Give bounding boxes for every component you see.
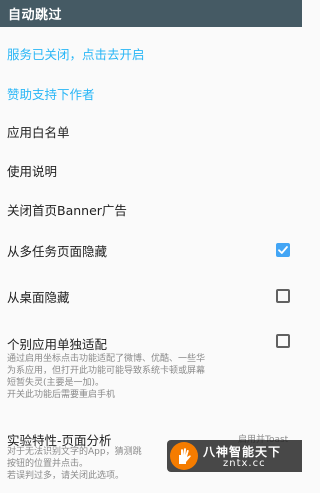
close-banner-item[interactable]: 关闭首页Banner广告: [0, 196, 302, 222]
app-bar: 自动跳过: [0, 0, 302, 27]
hide-recents-checkbox[interactable]: [276, 243, 290, 257]
hide-launcher-checkbox[interactable]: [276, 289, 290, 303]
per-app-adapt-label: 个别应用单独适配: [7, 337, 108, 352]
description-line: 通过启用坐标点击功能适配了微博、优酷、一些华: [7, 354, 206, 364]
check-icon: [278, 246, 288, 254]
per-app-adapt-checkbox[interactable]: [276, 334, 290, 348]
description-line: 开关此功能后需要重启手机: [7, 390, 116, 400]
close-banner-label: 关闭首页Banner广告: [7, 203, 127, 218]
per-app-adapt-item[interactable]: 个别应用单独适配 通过启用坐标点击功能适配了微博、优酷、一些华 为系应用，但打开…: [0, 328, 302, 408]
description-line: 为系应用，但打开此功能可能导致系统卡顿或屏幕: [7, 366, 206, 376]
per-app-adapt-description: 通过启用坐标点击功能适配了微博、优酷、一些华 为系应用，但打开此功能可能导致系统…: [7, 353, 275, 401]
usage-guide-label: 使用说明: [7, 164, 58, 179]
hide-recents-label: 从多任务页面隐藏: [7, 244, 108, 259]
hide-recents-item[interactable]: 从多任务页面隐藏: [0, 235, 302, 265]
app-title: 自动跳过: [8, 8, 63, 23]
hide-launcher-item[interactable]: 从桌面隐藏: [0, 281, 302, 311]
whitelist-label: 应用白名单: [7, 125, 70, 140]
hide-launcher-label: 从桌面隐藏: [7, 290, 70, 305]
watermark-overlay: 八神智能天下 zntx.cc: [167, 440, 302, 472]
donate-item[interactable]: 赞助支持下作者: [0, 80, 302, 106]
watermark-url: zntx.cc: [223, 458, 266, 469]
service-status-item[interactable]: 服务已关闭，点击去开启: [0, 40, 302, 66]
whitelist-item[interactable]: 应用白名单: [0, 118, 302, 144]
donate-label: 赞助支持下作者: [7, 87, 95, 102]
description-line: 短暂失灵(主要是一加)。: [7, 378, 105, 388]
hand-logo-icon: [170, 442, 198, 470]
usage-guide-item[interactable]: 使用说明: [0, 157, 302, 183]
service-status-label: 服务已关闭，点击去开启: [7, 47, 145, 62]
